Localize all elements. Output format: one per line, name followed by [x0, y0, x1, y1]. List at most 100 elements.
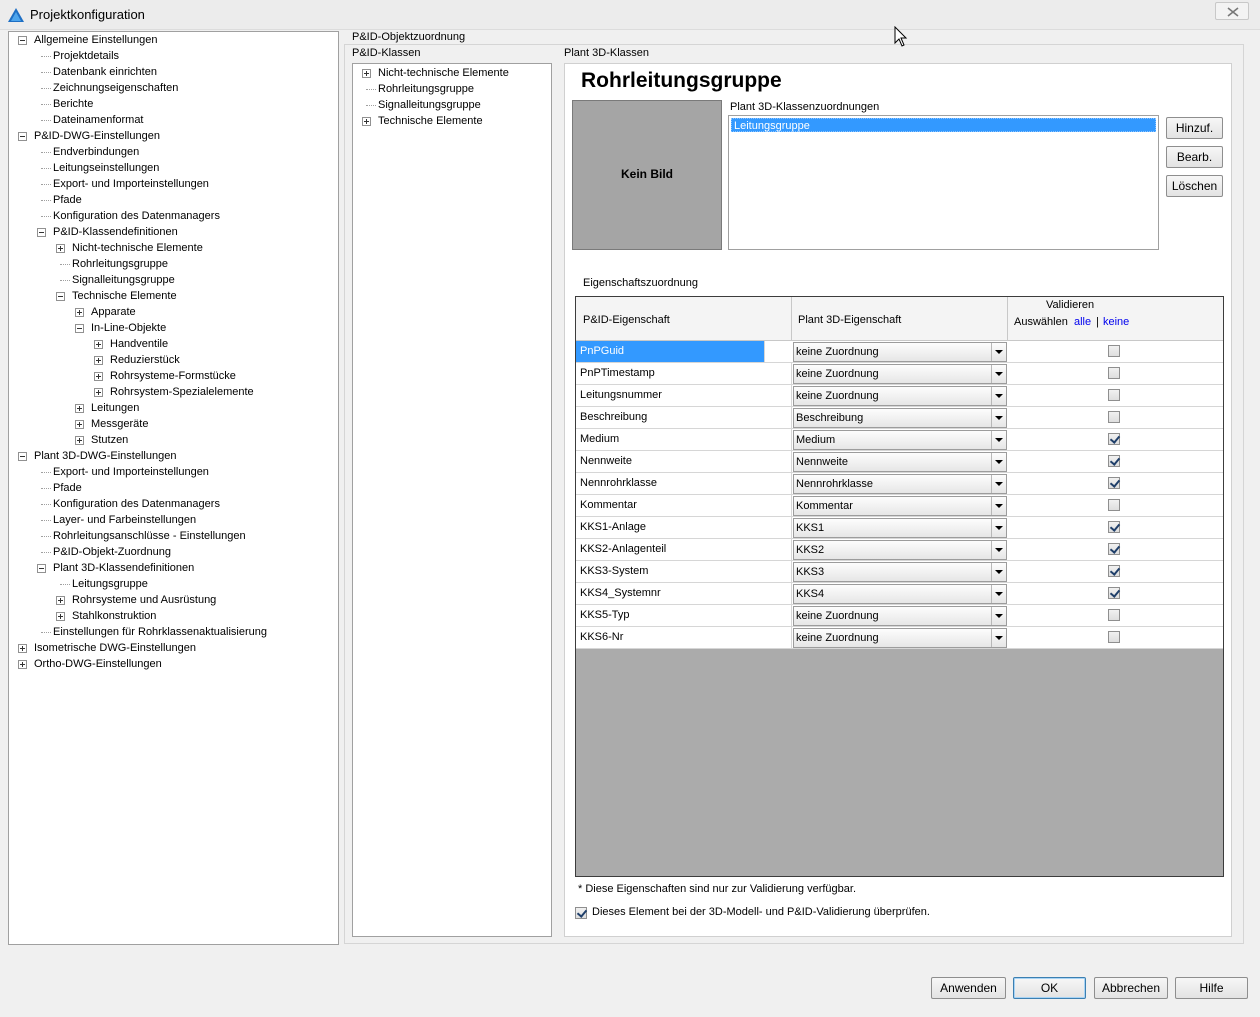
validate-element-checkbox[interactable] [575, 907, 587, 919]
table-row[interactable]: PnPGuid keine Zuordnung [576, 341, 1223, 363]
apply-button[interactable]: Anwenden [931, 977, 1006, 999]
expand-icon[interactable] [94, 372, 103, 381]
tree-item[interactable]: Signalleitungsgruppe [9, 272, 338, 288]
header-pid-property[interactable]: P&ID-Eigenschaft [576, 297, 792, 341]
collapse-icon[interactable] [37, 228, 46, 237]
validate-checkbox[interactable] [1108, 543, 1120, 555]
tree-item[interactable]: Rohrleitungsgruppe [9, 256, 338, 272]
expand-icon[interactable] [18, 644, 27, 653]
tree-item[interactable]: P&ID-Klassendefinitionen [9, 224, 338, 240]
plant-property-dropdown[interactable]: Nennrohrklasse [793, 474, 1007, 494]
pid-property-cell[interactable]: KKS6-Nr [576, 627, 792, 648]
close-button[interactable] [1215, 2, 1249, 20]
table-row[interactable]: KKS4_Systemnr KKS4 [576, 583, 1223, 605]
tree-item[interactable]: Export- und Importeinstellungen [9, 464, 338, 480]
header-plant-property[interactable]: Plant 3D-Eigenschaft [792, 297, 1008, 341]
class-tree-item[interactable]: Technische Elemente [353, 113, 551, 129]
pid-property-cell[interactable]: Medium [576, 429, 792, 450]
tree-item[interactable]: Reduzierstück [9, 352, 338, 368]
expand-icon[interactable] [56, 596, 65, 605]
expand-icon[interactable] [75, 404, 84, 413]
tree-item[interactable]: Messgeräte [9, 416, 338, 432]
pid-property-cell[interactable]: Beschreibung [576, 407, 792, 428]
plant-property-dropdown[interactable]: keine Zuordnung [793, 628, 1007, 648]
chevron-down-icon[interactable] [991, 343, 1006, 361]
tree-item[interactable]: Projektdetails [9, 48, 338, 64]
tree-item[interactable]: Pfade [9, 480, 338, 496]
tree-item[interactable]: Plant 3D-DWG-Einstellungen [9, 448, 338, 464]
table-row[interactable]: KKS3-System KKS3 [576, 561, 1223, 583]
tree-item[interactable]: Rohrleitungsanschlüsse - Einstellungen [9, 528, 338, 544]
collapse-icon[interactable] [18, 36, 27, 45]
tree-item[interactable]: Endverbindungen [9, 144, 338, 160]
pid-property-cell[interactable]: KKS3-System [576, 561, 792, 582]
tree-item[interactable]: Stahlkonstruktion [9, 608, 338, 624]
plant-property-dropdown[interactable]: KKS1 [793, 518, 1007, 538]
chevron-down-icon[interactable] [991, 541, 1006, 559]
tree-item[interactable]: Stutzen [9, 432, 338, 448]
add-button[interactable]: Hinzuf. [1166, 117, 1223, 139]
pid-property-cell[interactable]: PnPGuid [576, 341, 765, 362]
expand-icon[interactable] [362, 69, 371, 78]
expand-icon[interactable] [94, 356, 103, 365]
help-button[interactable]: Hilfe [1175, 977, 1248, 999]
class-tree-item[interactable]: Signalleitungsgruppe [353, 97, 551, 113]
tree-item[interactable]: Export- und Importeinstellungen [9, 176, 338, 192]
chevron-down-icon[interactable] [991, 409, 1006, 427]
tree-item[interactable]: Handventile [9, 336, 338, 352]
collapse-icon[interactable] [37, 564, 46, 573]
pid-class-tree[interactable]: Nicht-technische Elemente Rohrleitungsgru… [352, 63, 552, 937]
settings-tree[interactable]: Allgemeine Einstellungen Projektdetails Da… [8, 31, 339, 945]
tree-item[interactable]: Plant 3D-Klassendefinitionen [9, 560, 338, 576]
validate-checkbox[interactable] [1108, 609, 1120, 621]
expand-icon[interactable] [94, 388, 103, 397]
select-all-link[interactable]: alle [1074, 316, 1091, 328]
table-row[interactable]: KKS1-Anlage KKS1 [576, 517, 1223, 539]
expand-icon[interactable] [362, 117, 371, 126]
tree-item[interactable]: Leitungsgruppe [9, 576, 338, 592]
tree-item[interactable]: Leitungen [9, 400, 338, 416]
chevron-down-icon[interactable] [991, 629, 1006, 647]
table-row[interactable]: Medium Medium [576, 429, 1223, 451]
validate-checkbox[interactable] [1108, 631, 1120, 643]
expand-icon[interactable] [18, 660, 27, 669]
tree-item[interactable]: Apparate [9, 304, 338, 320]
chevron-down-icon[interactable] [991, 387, 1006, 405]
plant-class-mapping-list[interactable]: Leitungsgruppe [728, 115, 1159, 250]
validate-checkbox[interactable] [1108, 389, 1120, 401]
chevron-down-icon[interactable] [991, 497, 1006, 515]
plant-property-dropdown[interactable]: Nennweite [793, 452, 1007, 472]
ok-button[interactable]: OK [1013, 977, 1086, 999]
tree-item[interactable]: Rohrsystem-Spezialelemente [9, 384, 338, 400]
validate-checkbox[interactable] [1108, 565, 1120, 577]
chevron-down-icon[interactable] [991, 365, 1006, 383]
tree-item[interactable]: Zeichnungseigenschaften [9, 80, 338, 96]
tree-item[interactable]: Datenbank einrichten [9, 64, 338, 80]
expand-icon[interactable] [56, 612, 65, 621]
table-row[interactable]: Nennweite Nennweite [576, 451, 1223, 473]
chevron-down-icon[interactable] [991, 607, 1006, 625]
validate-checkbox[interactable] [1108, 455, 1120, 467]
chevron-down-icon[interactable] [991, 453, 1006, 471]
pid-property-cell[interactable]: Kommentar [576, 495, 792, 516]
pid-property-cell[interactable]: Nennweite [576, 451, 792, 472]
tree-item[interactable]: P&ID-DWG-Einstellungen [9, 128, 338, 144]
delete-button[interactable]: Löschen [1166, 175, 1223, 197]
validate-checkbox[interactable] [1108, 345, 1120, 357]
edit-button[interactable]: Bearb. [1166, 146, 1223, 168]
chevron-down-icon[interactable] [991, 475, 1006, 493]
validate-checkbox[interactable] [1108, 521, 1120, 533]
pid-property-cell[interactable]: KKS4_Systemnr [576, 583, 792, 604]
expand-icon[interactable] [75, 420, 84, 429]
plant-property-dropdown[interactable]: KKS4 [793, 584, 1007, 604]
collapse-icon[interactable] [18, 452, 27, 461]
expand-icon[interactable] [75, 436, 84, 445]
mapping-list-item[interactable]: Leitungsgruppe [731, 118, 1156, 132]
class-tree-item[interactable]: Rohrleitungsgruppe [353, 81, 551, 97]
pid-property-cell[interactable]: Nennrohrklasse [576, 473, 792, 494]
expand-icon[interactable] [94, 340, 103, 349]
pid-property-cell[interactable]: KKS5-Typ [576, 605, 792, 626]
table-row[interactable]: KKS2-Anlagenteil KKS2 [576, 539, 1223, 561]
table-row[interactable]: Kommentar Kommentar [576, 495, 1223, 517]
table-row[interactable]: Nennrohrklasse Nennrohrklasse [576, 473, 1223, 495]
